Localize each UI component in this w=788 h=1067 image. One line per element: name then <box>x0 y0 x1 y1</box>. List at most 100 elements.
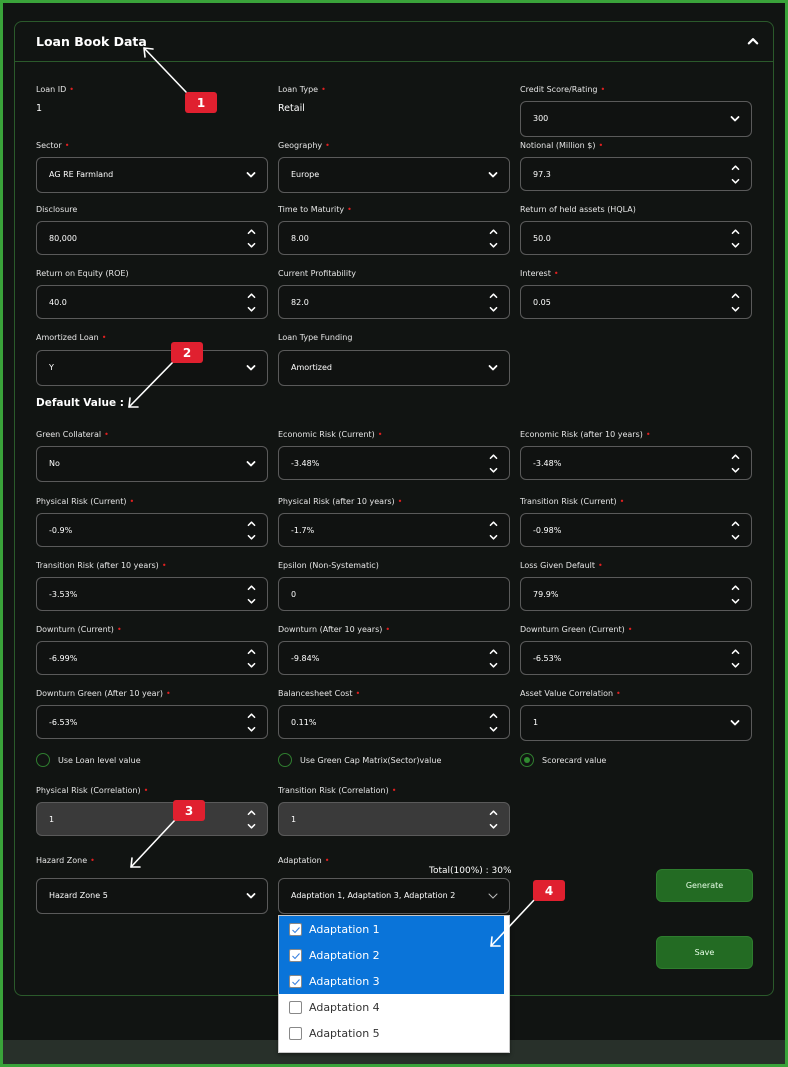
epsilon-input[interactable]: 0 <box>278 577 510 611</box>
decrement-icon[interactable] <box>247 534 256 541</box>
increment-icon[interactable] <box>247 809 256 816</box>
asset-value-correlation-select[interactable]: 1 <box>520 705 752 741</box>
adaptation-option-partial[interactable] <box>279 1046 509 1054</box>
decrement-icon[interactable] <box>731 534 740 541</box>
decrement-icon[interactable] <box>731 306 740 313</box>
chevron-down-icon <box>488 171 498 179</box>
decrement-icon[interactable] <box>489 242 498 249</box>
increment-icon[interactable] <box>247 520 256 527</box>
decrement-icon[interactable] <box>731 178 740 185</box>
radio-green-cap-matrix[interactable]: Use Green Cap Matrix(Sector)value <box>278 753 441 767</box>
transition-risk-current-input[interactable]: -0.98% <box>520 513 752 547</box>
decrement-icon[interactable] <box>247 662 256 669</box>
increment-icon[interactable] <box>489 292 498 299</box>
checkbox[interactable] <box>289 1000 302 1014</box>
adaptation-option[interactable]: Adaptation 5 <box>279 1020 509 1046</box>
increment-icon[interactable] <box>731 292 740 299</box>
chevron-up-icon[interactable] <box>747 36 759 46</box>
adaptation-option[interactable]: Adaptation 4 <box>279 994 509 1020</box>
increment-icon[interactable] <box>731 584 740 591</box>
increment-icon[interactable] <box>489 712 498 719</box>
checkbox[interactable] <box>289 1026 302 1040</box>
interest-input[interactable]: 0.05 <box>520 285 752 319</box>
increment-icon[interactable] <box>731 520 740 527</box>
increment-icon[interactable] <box>731 648 740 655</box>
default-value-heading: Default Value : <box>36 397 124 409</box>
decrement-icon[interactable] <box>731 467 740 474</box>
physical-risk-10y-input[interactable]: -1.7% <box>278 513 510 547</box>
card-header[interactable]: Loan Book Data <box>15 22 773 62</box>
increment-icon[interactable] <box>731 228 740 235</box>
downturn-10y-input[interactable]: -9.84% <box>278 641 510 675</box>
decrement-icon[interactable] <box>731 242 740 249</box>
increment-icon[interactable] <box>247 292 256 299</box>
radio-button-checked[interactable] <box>520 753 534 767</box>
increment-icon[interactable] <box>731 164 740 171</box>
adaptation-multiselect[interactable]: Adaptation 1, Adaptation 3, Adaptation 2 <box>278 878 510 914</box>
adaptation-option[interactable]: Adaptation 2 <box>279 942 504 968</box>
decrement-icon[interactable] <box>489 726 498 733</box>
decrement-icon[interactable] <box>731 598 740 605</box>
physical-risk-current-input[interactable]: -0.9% <box>36 513 268 547</box>
chevron-down-icon <box>730 115 740 123</box>
time-to-maturity-input[interactable]: 8.00 <box>278 221 510 255</box>
increment-icon[interactable] <box>489 453 498 460</box>
increment-icon[interactable] <box>489 648 498 655</box>
radio-loan-level[interactable]: Use Loan level value <box>36 753 141 767</box>
decrement-icon[interactable] <box>489 823 498 830</box>
transition-risk-corr-input[interactable]: 1 <box>278 802 510 836</box>
physical-risk-corr-input[interactable]: 1 <box>36 802 268 836</box>
green-collateral-select[interactable]: No <box>36 446 268 482</box>
roe-input[interactable]: 40.0 <box>36 285 268 319</box>
decrement-icon[interactable] <box>489 534 498 541</box>
decrement-icon[interactable] <box>247 242 256 249</box>
adaptation-dropdown-list[interactable]: Adaptation 1 Adaptation 2 Adaptation 3 A… <box>278 915 510 1053</box>
adaptation-option[interactable]: Adaptation 3 <box>279 968 504 994</box>
radio-button[interactable] <box>278 753 292 767</box>
increment-icon[interactable] <box>247 712 256 719</box>
transition-risk-10y-input[interactable]: -3.53% <box>36 577 268 611</box>
increment-icon[interactable] <box>731 453 740 460</box>
increment-icon[interactable] <box>489 809 498 816</box>
downturn-green-current-input[interactable]: -6.53% <box>520 641 752 675</box>
economic-risk-10y-input[interactable]: -3.48% <box>520 446 752 480</box>
economic-risk-current-input[interactable]: -3.48% <box>278 446 510 480</box>
decrement-icon[interactable] <box>489 662 498 669</box>
disclosure-input[interactable]: 80,000 <box>36 221 268 255</box>
hazard-zone-select[interactable]: Hazard Zone 5 <box>36 878 268 914</box>
lgd-input[interactable]: 79.9% <box>520 577 752 611</box>
loan-type-funding-select[interactable]: Amortized <box>278 350 510 386</box>
downturn-current-input[interactable]: -6.99% <box>36 641 268 675</box>
checkbox-checked[interactable] <box>289 922 302 936</box>
return-held-assets-input[interactable]: 50.0 <box>520 221 752 255</box>
increment-icon[interactable] <box>489 520 498 527</box>
checkbox[interactable] <box>289 1053 302 1054</box>
amortized-loan-select[interactable]: Y <box>36 350 268 386</box>
disclosure-label: Disclosure <box>36 205 78 214</box>
increment-icon[interactable] <box>247 648 256 655</box>
generate-button[interactable]: Generate <box>656 869 753 902</box>
notional-input[interactable]: 97.3 <box>520 157 752 191</box>
increment-icon[interactable] <box>489 228 498 235</box>
increment-icon[interactable] <box>247 228 256 235</box>
decrement-icon[interactable] <box>489 467 498 474</box>
radio-scorecard[interactable]: Scorecard value <box>520 753 606 767</box>
downturn-green-10y-input[interactable]: -6.53% <box>36 705 268 739</box>
balancesheet-cost-input[interactable]: 0.11% <box>278 705 510 739</box>
current-profitability-input[interactable]: 82.0 <box>278 285 510 319</box>
radio-button[interactable] <box>36 753 50 767</box>
save-button[interactable]: Save <box>656 936 753 969</box>
sector-select[interactable]: AG RE Farmland <box>36 157 268 193</box>
decrement-icon[interactable] <box>731 662 740 669</box>
increment-icon[interactable] <box>247 584 256 591</box>
checkbox-checked[interactable] <box>289 974 302 988</box>
checkbox-checked[interactable] <box>289 948 302 962</box>
decrement-icon[interactable] <box>489 306 498 313</box>
decrement-icon[interactable] <box>247 823 256 830</box>
decrement-icon[interactable] <box>247 726 256 733</box>
geography-select[interactable]: Europe <box>278 157 510 193</box>
decrement-icon[interactable] <box>247 598 256 605</box>
decrement-icon[interactable] <box>247 306 256 313</box>
adaptation-option[interactable]: Adaptation 1 <box>279 916 504 942</box>
credit-score-select[interactable]: 300 <box>520 101 752 137</box>
